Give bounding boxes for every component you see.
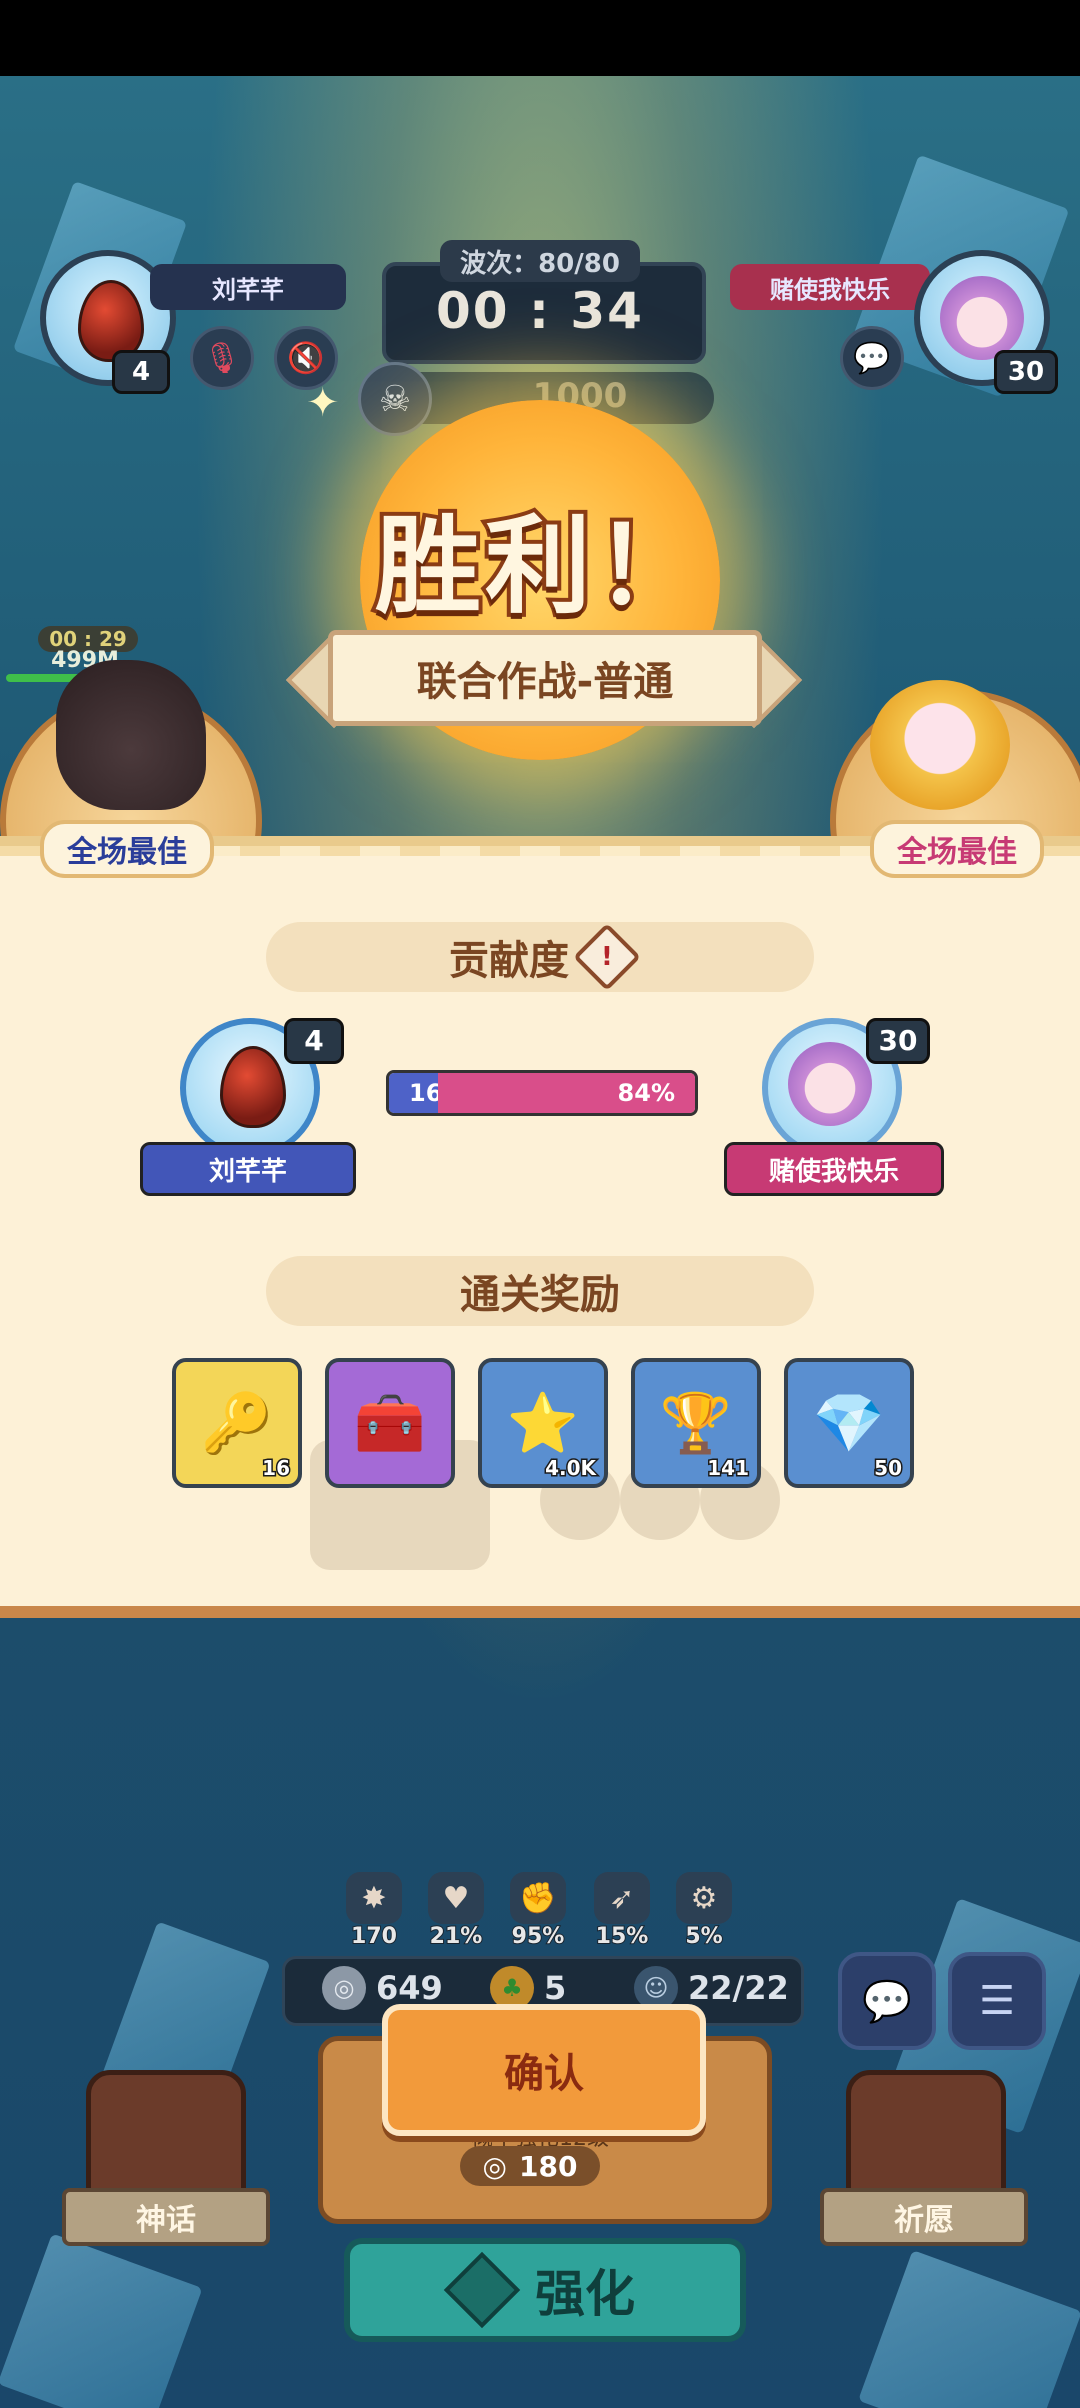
reward-key[interactable]: 🔑 16 [172,1358,302,1488]
contribution-right-share: 84% [437,1073,695,1113]
contributor1-level: 4 [284,1018,344,1064]
player2-level-badge: 30 [994,350,1058,394]
silver-coin-icon: ◎ [322,1966,366,2010]
contribution-title: 贡献度 [449,938,569,984]
chest-icon: 🧰 [353,1388,427,1457]
chat-icon[interactable]: 💬 [840,326,904,390]
info-icon[interactable]: ! [573,923,641,991]
key-icon: 🔑 [200,1388,274,1457]
wish-label: 祈愿 [820,2188,1028,2246]
silver-value: 649 [376,1969,443,2007]
boot-icon: ➶ [594,1872,650,1924]
reward-trophy[interactable]: 🏆 141 [631,1358,761,1488]
victory-title: 胜利！ [371,501,705,632]
gear-icon: ⚙ [676,1872,732,1924]
heart-icon: ♥ [428,1872,484,1924]
reward-chest[interactable]: 🧰 [325,1358,455,1488]
stat-value: 5% [684,1923,723,1950]
myth-label: 神话 [62,2188,270,2246]
stat-crit: ♥ 21% [426,1872,486,1950]
reward-count: 4.0K [544,1455,598,1482]
stat-speed: ➶ 15% [592,1872,652,1950]
reward-crystal[interactable]: 💎 50 [784,1358,914,1488]
rewards-heading: 通关奖励 [266,1256,814,1326]
stat-power: ✊ 95% [508,1872,568,1950]
units-value: 22/22 [688,1969,789,2007]
stat-value: 170 [350,1923,398,1950]
enhance-button[interactable]: 强化 [344,2238,746,2342]
diamond-icon [443,2251,521,2329]
mode-ribbon: 联合作战-普通 [328,630,762,726]
crystal-icon: 💎 [812,1388,886,1457]
fist-icon: ✊ [510,1872,566,1924]
clover-value: 5 [544,1969,567,2007]
mvp-tag-right: 全场最佳 [870,820,1044,878]
menu-icon: ☰ [979,1978,1015,2024]
battle-timer: 00 : 34 [436,282,644,340]
egg-icon [220,1046,286,1128]
girl-avatar-icon [788,1042,872,1126]
stat-value: 21% [429,1923,484,1950]
contributor1-name: 刘芊芊 [140,1142,356,1196]
confirm-button[interactable]: 确认 [382,2004,706,2136]
reward-count: 141 [706,1455,751,1482]
stat-value: 15% [595,1923,650,1950]
menu-button[interactable]: ☰ [948,1952,1046,2050]
angel-hero-icon [870,680,1010,810]
sparkle-icon: ✦ [306,380,340,426]
stat-value: 95% [511,1923,566,1950]
dragon-hero-icon [56,660,206,810]
silver-coin-icon: ◎ [482,2149,507,2183]
mic-muted-icon[interactable]: 🎙 [190,326,254,390]
enhance-label: 强化 [535,2265,635,2323]
girl-avatar-icon [940,276,1024,360]
contributor2-name: 赌使我快乐 [724,1142,944,1196]
coin-icon: ⭐ [506,1388,580,1457]
contribution-bar: 16% 84% [386,1070,698,1116]
wave-counter: 波次：80/80 [440,240,640,282]
contributor2-level: 30 [866,1018,930,1064]
reward-count: 50 [873,1455,904,1482]
player1-name: 刘芊芊 [150,264,346,310]
cost-value: 180 [518,2149,578,2183]
reward-coin[interactable]: ⭐ 4.0K [478,1358,608,1488]
player1-level-badge: 4 [112,350,170,394]
skull-icon: ☠ [358,362,432,436]
stat-luck: ⚙ 5% [674,1872,734,1950]
reward-count: 16 [261,1455,292,1482]
player2-name: 赌使我快乐 [730,264,930,310]
attack-icon: ✸ [346,1872,402,1924]
chat-button[interactable]: 💬 [838,1952,936,2050]
stat-attack: ✸ 170 [344,1872,404,1950]
status-bar [0,0,1080,76]
mvp-tag-left: 全场最佳 [40,820,214,878]
contribution-left-share: 16% [389,1073,466,1113]
upgrade-cost: ◎ 180 [460,2146,600,2186]
chat-bubble-icon: 💬 [862,1978,912,2025]
contribution-heading: 贡献度 ! [266,922,814,992]
trophy-icon: 🏆 [659,1388,733,1457]
